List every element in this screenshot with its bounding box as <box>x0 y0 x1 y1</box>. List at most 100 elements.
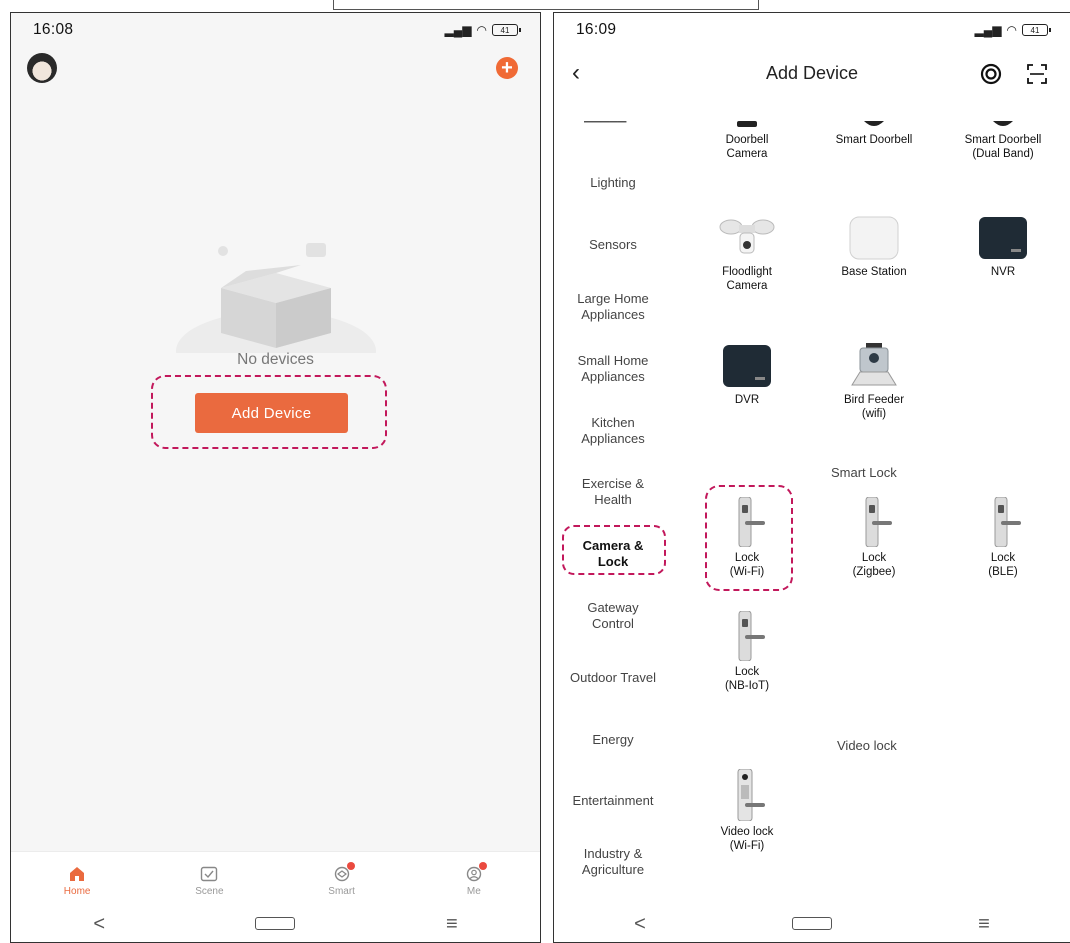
device-dvr[interactable]: DVR <box>692 343 802 407</box>
home-icon <box>67 865 87 883</box>
system-navigation-bar: < ≡ <box>554 906 1070 942</box>
nav-menu-icon[interactable]: ≡ <box>964 913 1004 936</box>
qr-scan-icon[interactable] <box>1026 63 1048 85</box>
header: ‹ Add Device <box>554 53 1070 93</box>
device-lock-wifi[interactable]: Lock (Wi-Fi) <box>692 497 802 579</box>
section-title-cutoff: ▁▁▁▁▁▁▁ <box>839 895 919 901</box>
tab-me-label: Me <box>466 885 481 897</box>
device-lock-zigbee[interactable]: Lock (Zigbee) <box>819 497 929 579</box>
device-label: Smart Doorbell (Dual Band) <box>964 134 1042 160</box>
bottom-tab-bar: Home Scene Smart Me <box>11 851 540 909</box>
lock-icon <box>738 497 765 547</box>
tab-me[interactable]: Me <box>439 861 509 897</box>
device-label: Smart Doorbell <box>835 134 913 146</box>
doorbell-camera-icon <box>737 121 757 127</box>
tab-home[interactable]: Home <box>42 865 112 897</box>
wifi-icon: ◠ <box>1006 23 1017 37</box>
dvr-icon <box>723 345 771 387</box>
device-smart-doorbell[interactable]: Smart Doorbell <box>819 121 929 147</box>
status-bar: 16:09 ▂▄▆ ◠ 41 <box>554 13 1070 47</box>
add-device-screen: 16:09 ▂▄▆ ◠ 41 ‹ Add Device ▔▔▔▔▔ Lighti… <box>553 12 1070 943</box>
device-label: Base Station <box>841 266 907 278</box>
nav-back-icon[interactable]: < <box>620 913 660 936</box>
base-station-icon <box>849 216 899 260</box>
status-time: 16:08 <box>33 21 74 38</box>
status-icons: ▂▄▆ ◠ 41 <box>444 23 521 37</box>
category-gateway-control[interactable]: Gateway Control <box>554 600 672 632</box>
category-exercise-health[interactable]: Exercise & Health <box>554 476 672 508</box>
video-lock-icon <box>737 769 765 821</box>
nav-home-icon[interactable] <box>792 913 832 936</box>
device-nvr[interactable]: NVR <box>948 215 1058 279</box>
add-plus-button[interactable]: + <box>496 57 518 79</box>
device-doorbell-camera[interactable]: Doorbell Camera <box>692 121 802 161</box>
section-title-smart-lock: Smart Lock <box>831 465 897 480</box>
device-smart-doorbell-dual-band[interactable]: Smart Doorbell (Dual Band) <box>948 121 1058 161</box>
status-icons: ▂▄▆ ◠ 41 <box>974 23 1051 37</box>
status-time: 16:09 <box>576 21 617 38</box>
category-cutoff: ▔▔▔▔▔ <box>584 121 654 127</box>
tab-home-label: Home <box>63 885 91 897</box>
smart-icon <box>332 861 355 883</box>
empty-box-illustration <box>176 243 376 353</box>
device-lock-nb-iot[interactable]: Lock (NB-IoT) <box>692 611 802 693</box>
nav-home-icon[interactable] <box>255 913 296 936</box>
device-label: NVR <box>990 266 1016 278</box>
category-outdoor-travel[interactable]: Outdoor Travel <box>554 670 672 686</box>
system-navigation-bar: < ≡ <box>11 906 540 942</box>
nav-back-icon[interactable]: < <box>79 913 119 936</box>
notification-badge <box>478 861 487 870</box>
battery-icon: 41 <box>1022 24 1051 36</box>
floodlight-camera-icon <box>719 219 775 254</box>
add-device-button[interactable]: Add Device <box>195 393 348 433</box>
device-label: Lock (Zigbee) <box>852 552 896 578</box>
category-camera-lock[interactable]: Camera & Lock <box>554 538 672 570</box>
bird-feeder-icon <box>851 343 897 386</box>
nav-menu-icon[interactable]: ≡ <box>432 913 472 936</box>
lock-icon <box>865 497 892 547</box>
category-kitchen-appliances[interactable]: Kitchen Appliances <box>554 415 672 447</box>
signal-icon: ▂▄▆ <box>974 23 1002 37</box>
device-label: DVR <box>734 394 760 406</box>
device-base-station[interactable]: Base Station <box>819 215 929 279</box>
device-label: Bird Feeder (wifi) <box>843 394 905 420</box>
status-bar: 16:08 ▂▄▆ ◠ 41 <box>11 13 540 47</box>
device-floodlight-camera[interactable]: Floodlight Camera <box>692 215 802 293</box>
category-energy[interactable]: Energy <box>554 732 672 748</box>
device-label: Doorbell Camera <box>725 134 769 160</box>
battery-icon: 41 <box>492 24 521 36</box>
smart-doorbell-icon <box>864 121 884 126</box>
tab-smart[interactable]: Smart <box>307 861 377 897</box>
top-strip <box>333 0 759 10</box>
category-large-home-appliances[interactable]: Large Home Appliances <box>554 291 672 323</box>
device-label: Lock (BLE) <box>988 552 1018 578</box>
device-label: Lock (Wi-Fi) <box>729 552 765 578</box>
lock-icon <box>738 611 765 661</box>
scene-icon <box>199 865 219 883</box>
scan-nearby-icon[interactable] <box>980 63 1002 85</box>
category-lighting[interactable]: Lighting <box>554 175 672 191</box>
device-lock-ble[interactable]: Lock (BLE) <box>948 497 1058 579</box>
nvr-icon <box>979 217 1027 259</box>
home-screen: 16:08 ▂▄▆ ◠ 41 + No devices Add Device H… <box>10 12 541 943</box>
avatar[interactable] <box>27 53 57 83</box>
section-title-video-lock: Video lock <box>837 738 897 753</box>
tab-scene-label: Scene <box>195 885 224 897</box>
category-sensors[interactable]: Sensors <box>554 237 672 253</box>
smart-doorbell-icon <box>993 121 1013 126</box>
category-entertainment[interactable]: Entertainment <box>554 793 672 809</box>
category-industry-agriculture[interactable]: Industry & Agriculture <box>554 846 672 878</box>
device-label: Video lock (Wi-Fi) <box>720 826 774 852</box>
empty-state-text: No devices <box>237 351 314 368</box>
device-label: Floodlight Camera <box>722 266 772 292</box>
tab-smart-label: Smart <box>328 885 355 897</box>
lock-icon <box>994 497 1021 547</box>
category-small-home-appliances[interactable]: Small Home Appliances <box>554 353 672 385</box>
signal-icon: ▂▄▆ <box>444 23 472 37</box>
device-label: Lock (NB-IoT) <box>724 666 770 692</box>
device-bird-feeder[interactable]: Bird Feeder (wifi) <box>819 343 929 421</box>
me-icon <box>464 861 487 883</box>
wifi-icon: ◠ <box>476 23 487 37</box>
device-video-lock-wifi[interactable]: Video lock (Wi-Fi) <box>692 769 802 853</box>
tab-scene[interactable]: Scene <box>174 865 244 897</box>
